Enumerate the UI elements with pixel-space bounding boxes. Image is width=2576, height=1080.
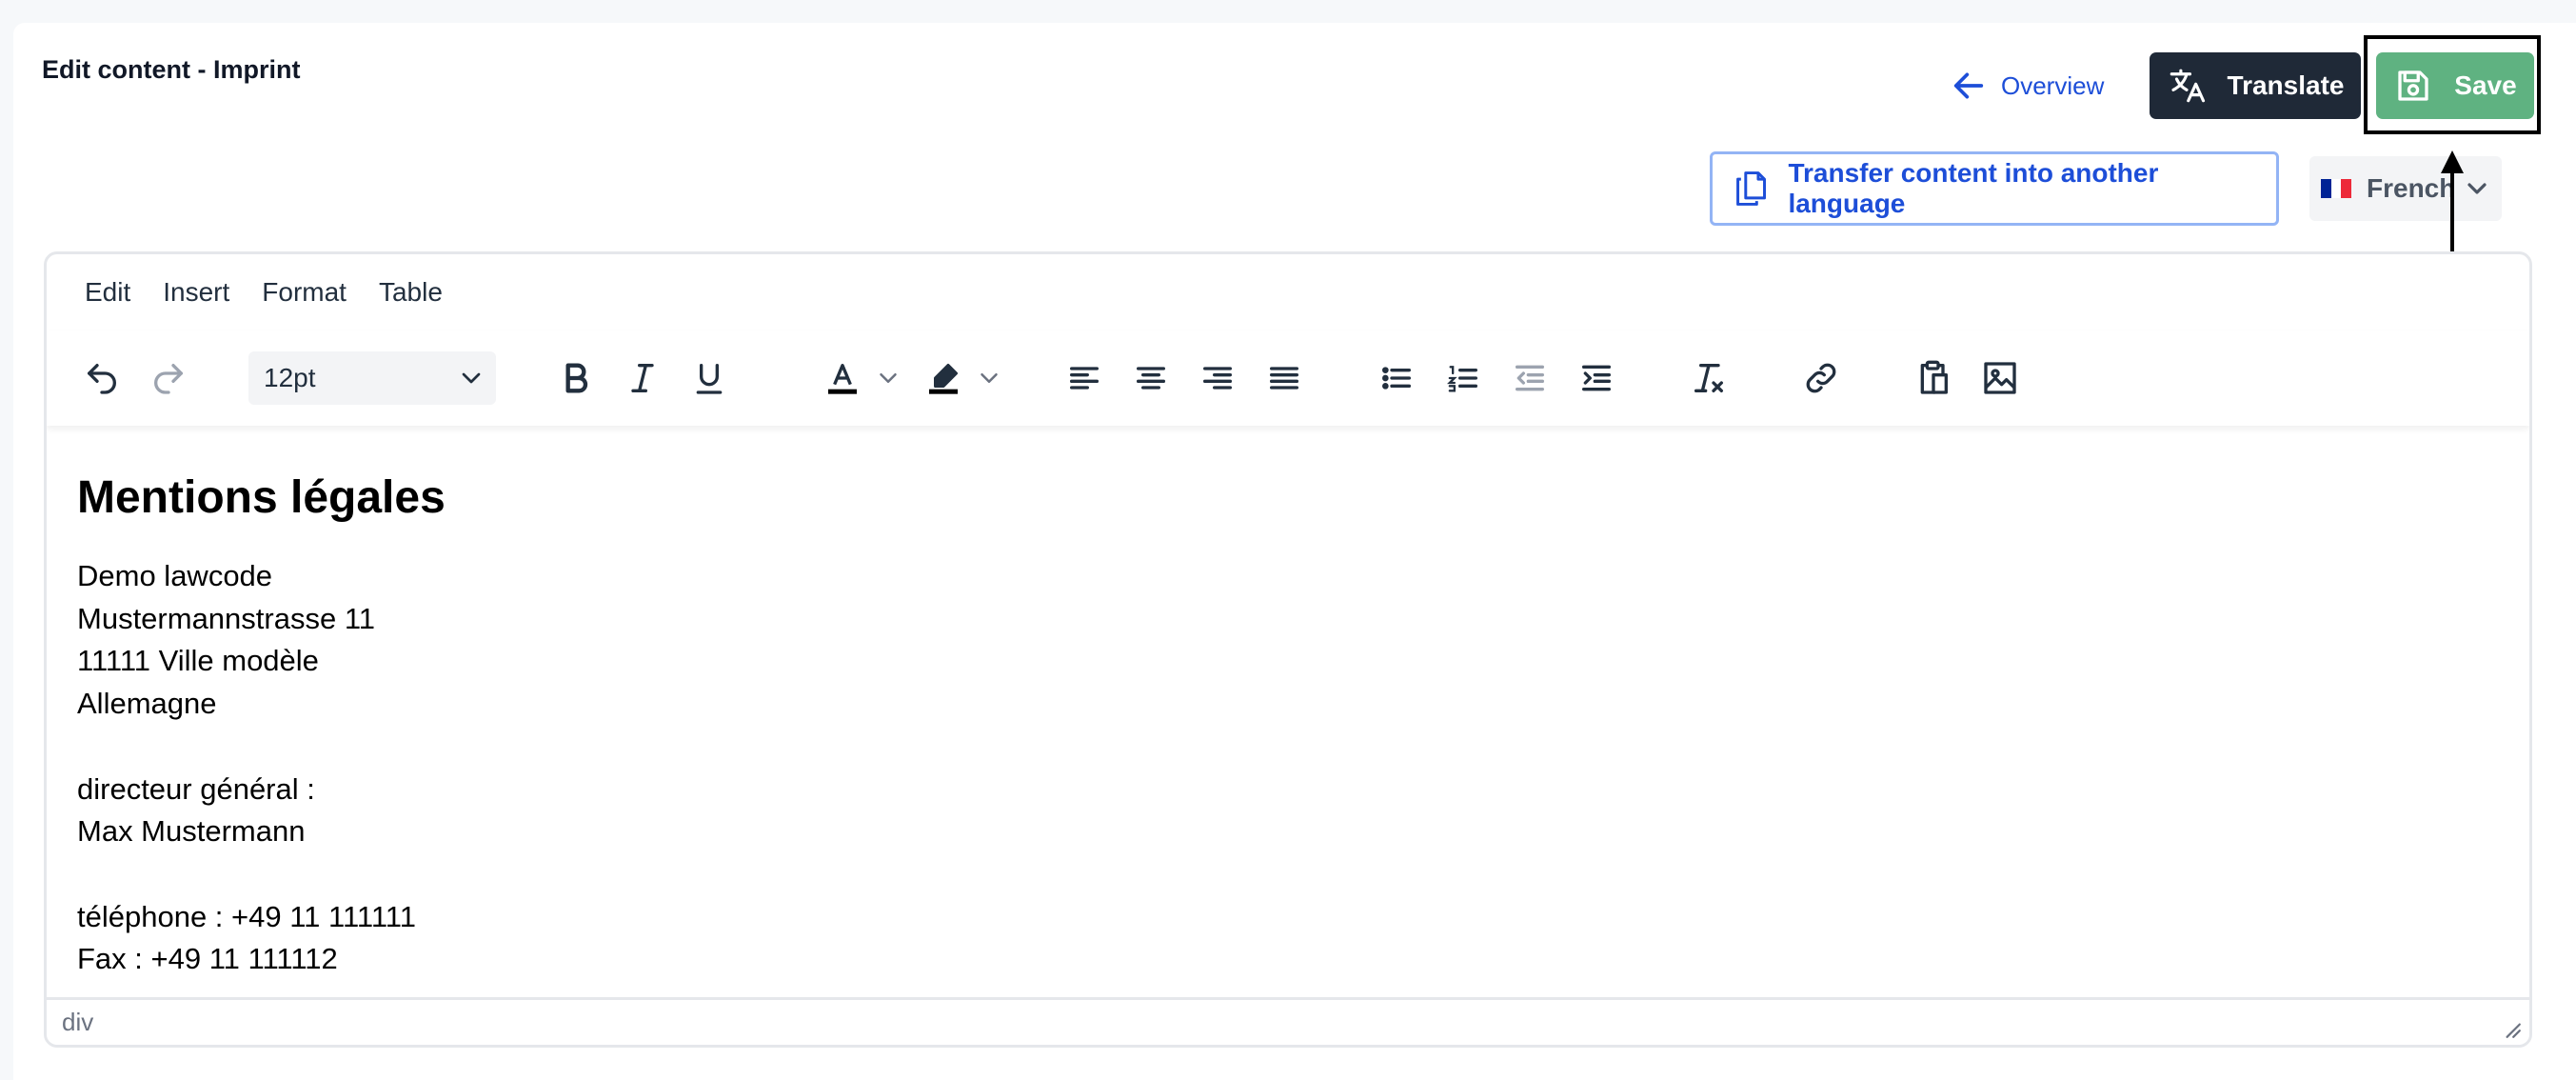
copy-document-icon: [1736, 171, 1767, 206]
content-line: 11111 Ville modèle: [77, 644, 319, 678]
paste-button[interactable]: [1911, 355, 1956, 401]
content-blank-line: [77, 853, 446, 896]
clipboard-icon: [1920, 360, 1948, 394]
redo-button[interactable]: [146, 355, 191, 401]
chevron-down-icon: [981, 373, 998, 383]
redo-icon: [154, 364, 183, 394]
justify-button[interactable]: [1261, 355, 1307, 401]
highlight-color-button[interactable]: [921, 355, 966, 401]
bullet-list-icon: [1382, 367, 1411, 390]
translate-icon: [2170, 69, 2205, 103]
align-right-icon: [1203, 367, 1232, 390]
menu-edit[interactable]: Edit: [85, 277, 130, 308]
link-icon: [1806, 363, 1836, 393]
underline-button[interactable]: [686, 355, 732, 401]
content-line: Max Mustermann: [77, 814, 306, 849]
italic-button[interactable]: [620, 355, 665, 401]
chevron-down-icon: [462, 372, 481, 384]
align-left-button[interactable]: [1061, 355, 1107, 401]
editor-statusbar: div: [47, 997, 2529, 1045]
highlight-color-dropdown[interactable]: [972, 355, 1006, 401]
bold-button[interactable]: [553, 355, 599, 401]
content-line: Allemagne: [77, 687, 217, 721]
translate-button[interactable]: Translate: [2150, 52, 2361, 119]
undo-button[interactable]: [79, 355, 125, 401]
font-size-select[interactable]: 12pt: [248, 351, 496, 405]
indent-icon: [1582, 365, 1611, 391]
rich-text-editor[interactable]: Edit Insert Format Table 12pt Mentions l…: [44, 251, 2532, 1048]
align-right-button[interactable]: [1195, 355, 1240, 401]
save-highlight-box: [2364, 35, 2541, 134]
outdent-icon: [1516, 365, 1544, 391]
editor-menubar: Edit Insert Format Table: [47, 254, 2529, 330]
resize-handle-icon[interactable]: [2501, 1018, 2522, 1039]
overview-label: Overview: [2001, 70, 2105, 100]
underline-icon: [696, 364, 723, 394]
highlighter-icon: [929, 364, 958, 394]
editor-toolbar: 12pt: [47, 330, 2529, 426]
align-center-button[interactable]: [1128, 355, 1174, 401]
transfer-content-button[interactable]: Transfer content into another language: [1710, 151, 2279, 226]
text-color-icon: [828, 364, 857, 394]
content-heading: Mentions légales: [77, 472, 446, 523]
bullet-list-button[interactable]: [1374, 355, 1419, 401]
content-line: téléphone : +49 11 111111: [77, 899, 416, 933]
align-left-icon: [1070, 367, 1099, 390]
translate-label: Translate: [2227, 70, 2345, 100]
text-color-dropdown[interactable]: [871, 355, 905, 401]
content-line: Fax : +49 11 111112: [77, 942, 338, 976]
bold-icon: [565, 363, 588, 393]
content-line: directeur général :: [77, 771, 315, 806]
indent-button[interactable]: [1574, 355, 1619, 401]
transfer-label: Transfer content into another language: [1788, 158, 2159, 218]
chevron-down-icon: [880, 373, 897, 383]
insert-image-button[interactable]: [1977, 355, 2023, 401]
menu-format[interactable]: Format: [262, 277, 347, 308]
clear-formatting-button[interactable]: [1686, 355, 1732, 401]
menu-table[interactable]: Table: [379, 277, 443, 308]
italic-icon: [631, 364, 654, 392]
french-flag-icon: [2321, 179, 2352, 198]
element-path[interactable]: div: [62, 1008, 93, 1037]
image-icon: [1984, 362, 2016, 394]
clear-formatting-icon: [1694, 364, 1723, 392]
content-blank-line: [77, 726, 446, 769]
align-justify-icon: [1270, 367, 1298, 390]
align-center-icon: [1137, 367, 1165, 390]
content-line: Demo lawcode: [77, 559, 273, 592]
numbered-list-icon: [1447, 366, 1477, 392]
arrow-left-icon: [1953, 72, 1984, 99]
undo-icon: [88, 364, 116, 394]
overview-link[interactable]: Overview: [1950, 63, 2104, 109]
numbered-list-button[interactable]: [1440, 355, 1486, 401]
outdent-button[interactable]: [1507, 355, 1553, 401]
content-line: Mustermannstrasse 11: [77, 601, 375, 635]
editor-content[interactable]: Mentions légales Demo lawcode Mustermann…: [77, 470, 446, 981]
language-select[interactable]: French: [2309, 156, 2502, 221]
menu-insert[interactable]: Insert: [163, 277, 229, 308]
insert-link-button[interactable]: [1798, 355, 1844, 401]
font-size-value: 12pt: [264, 363, 316, 392]
text-color-button[interactable]: [820, 355, 865, 401]
page-title: Edit content - Imprint: [42, 55, 301, 84]
